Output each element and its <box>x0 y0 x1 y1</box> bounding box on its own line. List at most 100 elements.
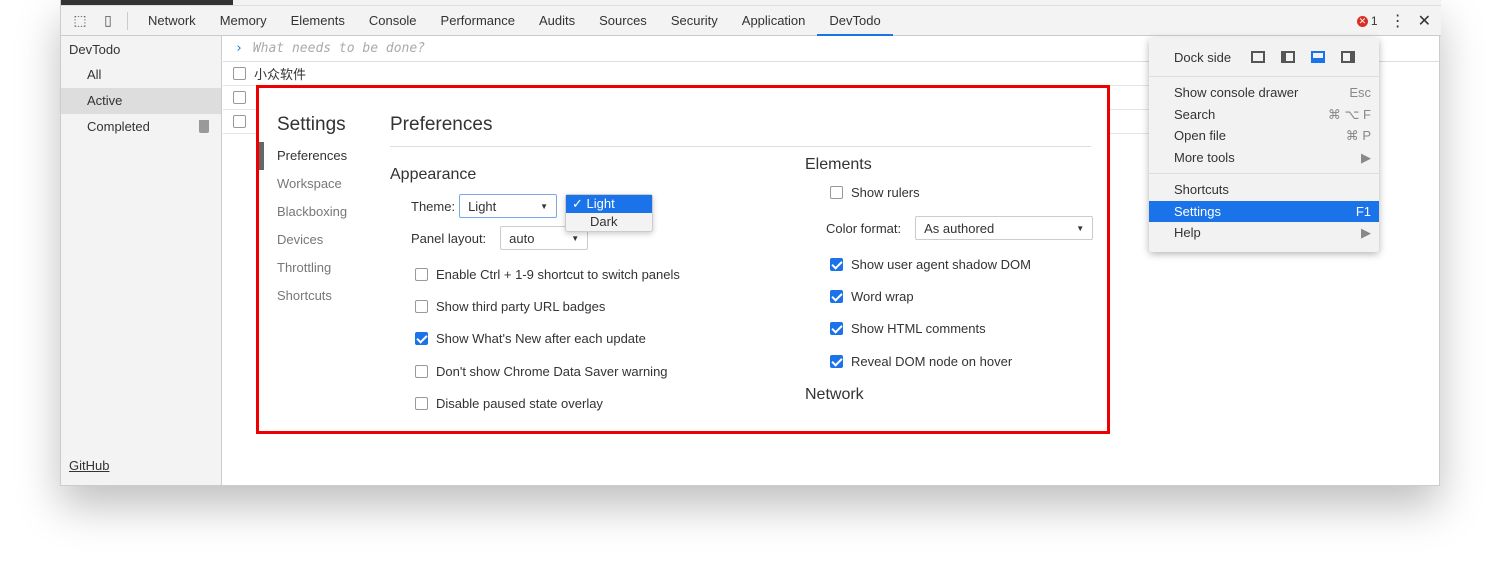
tab-network[interactable]: Network <box>136 6 208 36</box>
setting-checkbox[interactable] <box>830 322 843 336</box>
checkbox-label: Don't show Chrome Data Saver warning <box>436 363 668 379</box>
panel-layout-label: Panel layout: <box>411 230 487 246</box>
settings-nav-blackboxing[interactable]: Blackboxing <box>259 198 369 226</box>
device-toolbar-icon[interactable]: ▯ <box>99 12 117 30</box>
checkbox-row: Show HTML comments <box>830 313 1105 345</box>
settings-nav-devices[interactable]: Devices <box>259 226 369 254</box>
menu-item-help[interactable]: Help ▶ <box>1149 222 1379 244</box>
theme-select[interactable]: Light ▼ <box>459 194 558 218</box>
checkbox-label: Show What's New after each update <box>436 331 646 347</box>
chevron-down-icon: ▼ <box>540 201 549 211</box>
setting-checkbox[interactable] <box>830 257 843 271</box>
theme-option-light[interactable]: ✓ Light <box>566 195 652 213</box>
menu-item-label: Open file <box>1174 128 1227 143</box>
setting-checkbox[interactable] <box>415 332 428 346</box>
checkbox-label: Reveal DOM node on hover <box>851 353 1013 369</box>
theme-dropdown: ✓ Light Dark <box>565 194 653 232</box>
menu-item-label: Settings <box>1174 203 1221 219</box>
checkbox-row: Show third party URL badges <box>415 290 770 322</box>
tab-sources[interactable]: Sources <box>587 6 659 36</box>
setting-checkbox[interactable] <box>415 364 428 378</box>
dock-side-label: Dock side <box>1174 49 1232 65</box>
more-options-menu: Dock side Show console drawer Esc Search ⌘ … <box>1149 38 1379 252</box>
menu-item-label: Shortcuts <box>1174 182 1229 197</box>
checkbox-label: Show third party URL badges <box>436 299 606 315</box>
divider <box>1149 173 1379 174</box>
settings-nav-preferences[interactable]: Preferences <box>259 142 369 170</box>
chevron-down-icon: ▼ <box>1076 223 1085 233</box>
network-heading: Network <box>805 385 864 403</box>
tab-performance[interactable]: Performance <box>429 6 527 36</box>
sidebar-item-active[interactable]: Active <box>61 88 221 114</box>
undock-icon[interactable] <box>1251 51 1266 63</box>
tab-devtodo[interactable]: DevTodo <box>817 6 893 36</box>
setting-checkbox[interactable] <box>415 267 428 281</box>
checkbox-row: Disable paused state overlay <box>415 388 770 420</box>
menu-item-show-console-drawer[interactable]: Show console drawer Esc <box>1149 82 1379 104</box>
sidebar-item-label: Completed <box>87 119 150 134</box>
menu-item-shortcuts[interactable]: Shortcuts <box>1149 179 1379 201</box>
menu-item-shortcut: F1 <box>1355 203 1371 219</box>
todo-checkbox[interactable] <box>233 67 246 80</box>
dock-left-icon[interactable] <box>1281 51 1296 63</box>
menu-item-more-tools[interactable]: More tools ▶ <box>1149 147 1379 169</box>
settings-nav-shortcuts[interactable]: Shortcuts <box>259 282 369 310</box>
color-format-select[interactable]: As authored ▼ <box>915 216 1094 240</box>
trash-icon[interactable] <box>199 120 209 133</box>
divider <box>1149 76 1379 77</box>
tab-application[interactable]: Application <box>730 6 818 36</box>
tab-audits[interactable]: Audits <box>527 6 587 36</box>
menu-item-label: Help <box>1174 225 1201 240</box>
tab-elements[interactable]: Elements <box>279 6 357 36</box>
more-options-icon[interactable]: ⋮ <box>1390 11 1406 31</box>
theme-value: Light <box>468 198 497 214</box>
theme-option-dark[interactable]: Dark <box>566 213 652 231</box>
error-counter[interactable]: ✕ 1 <box>1356 14 1378 28</box>
setting-checkbox[interactable] <box>830 354 843 368</box>
color-format-value: As authored <box>924 220 995 236</box>
setting-checkbox[interactable] <box>415 300 428 314</box>
divider <box>390 146 1091 147</box>
elements-section: Elements Show rulers Color format: As au… <box>805 156 1105 404</box>
settings-panel: Settings Preferences Workspace Blackboxi… <box>256 85 1110 434</box>
tab-security[interactable]: Security <box>659 6 730 36</box>
panel-layout-value: auto <box>509 230 535 246</box>
menu-item-shortcut: ⌘ P <box>1345 128 1371 143</box>
todo-checkbox[interactable] <box>233 91 246 104</box>
settings-nav-workspace[interactable]: Workspace <box>259 170 369 198</box>
menu-item-shortcut: ⌘ ⌥ F <box>1327 106 1371 122</box>
error-icon: ✕ <box>1356 15 1368 27</box>
menu-item-open-file[interactable]: Open file ⌘ P <box>1149 125 1379 147</box>
menu-item-label: Show console drawer <box>1174 85 1299 100</box>
error-count: 1 <box>1370 14 1378 28</box>
dock-bottom-icon[interactable] <box>1311 51 1326 63</box>
settings-nav-throttling[interactable]: Throttling <box>259 254 369 282</box>
settings-nav: Preferences Workspace Blackboxing Device… <box>259 142 369 310</box>
checkbox-label: Show rulers <box>851 184 920 200</box>
color-format-label: Color format: <box>826 220 902 236</box>
menu-item-label: Search <box>1174 106 1216 122</box>
menu-item-search[interactable]: Search ⌘ ⌥ F <box>1149 104 1379 126</box>
checkbox-row: Show user agent shadow DOM <box>830 248 1105 280</box>
browser-tab <box>61 0 233 5</box>
menu-item-settings[interactable]: Settings F1 <box>1149 200 1379 222</box>
show-rulers-checkbox[interactable] <box>830 185 843 199</box>
sidebar-item-all[interactable]: All <box>61 62 221 88</box>
option-label: Light <box>586 196 615 211</box>
todo-checkbox[interactable] <box>233 115 246 128</box>
tab-memory[interactable]: Memory <box>208 6 279 36</box>
setting-checkbox[interactable] <box>830 290 843 304</box>
checkbox-label: Show user agent shadow DOM <box>851 256 1031 272</box>
close-icon[interactable]: ✕ <box>1418 11 1431 31</box>
sidebar-item-completed[interactable]: Completed <box>61 114 221 140</box>
dock-right-icon[interactable] <box>1341 51 1356 63</box>
setting-checkbox[interactable] <box>415 397 428 411</box>
checkbox-row: Don't show Chrome Data Saver warning <box>415 355 770 387</box>
github-link[interactable]: GitHub <box>69 458 109 473</box>
menu-item-shortcut: ▶ <box>1361 149 1371 165</box>
inspect-element-icon[interactable]: ⬚ <box>71 12 89 30</box>
menu-item-shortcut: Esc <box>1349 85 1371 100</box>
new-todo-placeholder: What needs to be done? <box>252 41 426 56</box>
todo-text: 小众软件 <box>254 67 307 82</box>
tab-console[interactable]: Console <box>357 6 429 36</box>
